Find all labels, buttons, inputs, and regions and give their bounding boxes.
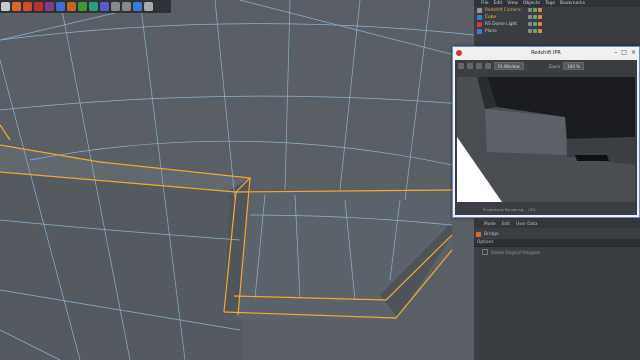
knife-tool-icon[interactable] <box>1 2 10 11</box>
grid-icon[interactable] <box>133 2 142 11</box>
object-icon <box>477 29 482 34</box>
attribute-manager-menu: Mode Edit User Data <box>474 221 640 228</box>
tool-icon-4[interactable] <box>34 2 43 11</box>
refresh-icon[interactable] <box>467 63 473 69</box>
object-tags <box>528 15 542 19</box>
attribute-row: Delete Original Polygons <box>474 248 640 256</box>
ipr-toolbar: Fit Window Zoom 100 % <box>455 60 637 72</box>
object-tags <box>528 22 542 26</box>
pen-icon[interactable] <box>67 2 76 11</box>
object-tags <box>528 29 542 33</box>
attr-menu-edit[interactable]: Edit <box>502 222 510 227</box>
object-icon <box>477 8 482 13</box>
object-name: RS Dome Light <box>485 22 517 27</box>
zoom-label: Zoom <box>548 63 561 69</box>
menu-tags[interactable]: Tags <box>545 1 555 6</box>
camera-icon[interactable] <box>122 2 131 11</box>
close-button[interactable]: × <box>631 49 636 56</box>
stop-icon[interactable] <box>458 63 464 69</box>
redshift-logo-icon <box>456 50 462 56</box>
tag-icon[interactable] <box>533 22 537 26</box>
viewport-toolbar <box>0 0 171 13</box>
attr-menu-mode[interactable]: Mode <box>484 222 496 227</box>
redshift-ipr-window[interactable]: Redshift IPR – □ × Fit Window Zoom 100 % <box>452 46 640 218</box>
tag-icon[interactable] <box>538 15 542 19</box>
attribute-title: Bridge <box>474 229 640 239</box>
array-icon[interactable] <box>89 2 98 11</box>
tag-icon[interactable] <box>533 15 537 19</box>
attr-menu-user-data[interactable]: User Data <box>516 222 537 227</box>
object-name: Cube <box>485 15 497 20</box>
deformer-icon[interactable] <box>100 2 109 11</box>
ipr-title: Redshift IPR <box>531 50 561 56</box>
minimize-button[interactable]: – <box>614 49 617 56</box>
tag-icon[interactable] <box>528 15 532 19</box>
ipr-titlebar[interactable]: Redshift IPR – □ × <box>453 47 639 59</box>
tag-icon[interactable] <box>533 29 537 33</box>
light-icon[interactable] <box>144 2 153 11</box>
ipr-content: Fit Window Zoom 100 % Progressive Render… <box>455 60 637 215</box>
menu-file[interactable]: File <box>481 1 489 6</box>
tag-icon[interactable] <box>538 8 542 12</box>
object-name: Redshift Camera <box>485 8 521 13</box>
render-status-text: Progressive Rendering... 13% <box>483 208 536 212</box>
object-icon <box>477 15 482 20</box>
attribute-tabs: Options <box>474 239 640 247</box>
ipr-render-view[interactable] <box>457 77 635 202</box>
lock-icon[interactable] <box>485 63 491 69</box>
menu-view[interactable]: View <box>507 1 518 6</box>
object-name: Plane <box>485 29 497 34</box>
object-manager-menu: File Edit View Objects Tags Bookmarks <box>474 0 640 7</box>
object-list: Redshift Camera Cube RS Dome Light Plane <box>474 7 640 35</box>
tool-name: Bridge <box>484 231 499 237</box>
subdivide-icon[interactable] <box>78 2 87 11</box>
menu-edit[interactable]: Edit <box>494 1 503 6</box>
object-icon <box>477 22 482 27</box>
tag-icon[interactable] <box>538 22 542 26</box>
floor-icon[interactable] <box>111 2 120 11</box>
menu-bookmarks[interactable]: Bookmarks <box>560 1 585 6</box>
channel-dropdown[interactable]: Fit Window <box>494 62 524 70</box>
maximize-button[interactable]: □ <box>621 49 627 56</box>
object-tags <box>528 8 542 12</box>
tag-icon[interactable] <box>528 22 532 26</box>
cube-icon[interactable] <box>56 2 65 11</box>
menu-objects[interactable]: Objects <box>523 1 540 6</box>
ipr-status: Progressive Rendering... 13% <box>457 207 635 213</box>
tag-icon[interactable] <box>538 29 542 33</box>
render-image <box>457 77 635 202</box>
zoom-dropdown[interactable]: 100 % <box>563 62 584 70</box>
camera-icon[interactable] <box>476 63 482 69</box>
tool-icon-2[interactable] <box>12 2 21 11</box>
object-row[interactable]: Cube <box>474 14 640 21</box>
viewport-canvas[interactable] <box>0 0 474 360</box>
tag-icon[interactable] <box>528 29 532 33</box>
tool-icon-5[interactable] <box>45 2 54 11</box>
object-row[interactable]: RS Dome Light <box>474 21 640 28</box>
tag-icon[interactable] <box>528 8 532 12</box>
option-label: Delete Original Polygons <box>491 249 541 255</box>
tab-options[interactable]: Options <box>477 240 494 245</box>
tool-icon-3[interactable] <box>23 2 32 11</box>
object-row[interactable]: Redshift Camera <box>474 7 640 14</box>
bridge-tool-icon <box>476 231 481 237</box>
3d-viewport[interactable] <box>0 0 474 360</box>
tag-icon[interactable] <box>533 8 537 12</box>
object-row[interactable]: Plane <box>474 28 640 35</box>
delete-original-polygons-checkbox[interactable] <box>482 249 488 255</box>
